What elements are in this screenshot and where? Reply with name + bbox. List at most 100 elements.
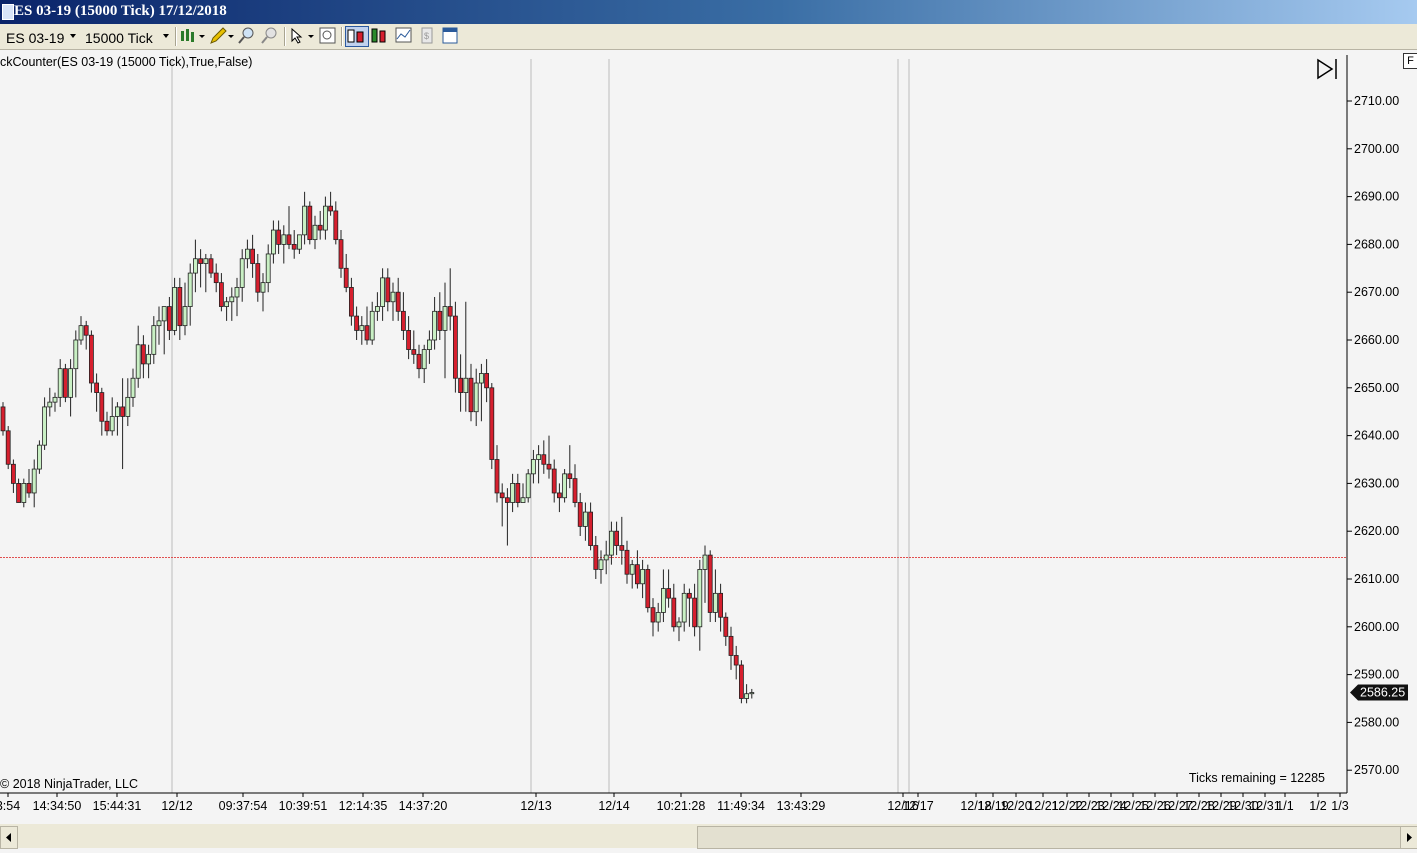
y-tick-label: 2680.00 [1354, 237, 1399, 251]
scroll-right-button[interactable] [1400, 826, 1417, 849]
candle-down [5, 430, 11, 465]
candle-up [478, 373, 484, 384]
candle-down [354, 315, 360, 331]
candle-down [83, 325, 89, 336]
candle-up [525, 473, 531, 499]
chevron-left-icon [6, 833, 11, 842]
candle-up [676, 621, 682, 628]
candle-down [385, 277, 391, 303]
chevron-right-icon [1407, 833, 1412, 842]
candle-down [338, 239, 344, 269]
candle-up [473, 382, 479, 413]
candle-up [172, 287, 178, 331]
x-tick-label: 12/12 [161, 799, 192, 813]
chart-style-candles-button[interactable] [345, 26, 369, 47]
candle-down [494, 459, 500, 494]
candle-up [244, 248, 250, 260]
y-tick-label: 2580.00 [1354, 715, 1399, 729]
candle-up [73, 339, 79, 370]
scroll-to-end-icon[interactable] [1317, 58, 1337, 80]
candle-up [234, 287, 240, 298]
svg-text:$: $ [424, 31, 429, 41]
candle-down [707, 554, 713, 613]
indicators-button[interactable] [441, 26, 461, 46]
zoom-out-icon [261, 27, 277, 44]
x-tick-label: 1/1 [1276, 799, 1293, 813]
strategies-icon: $ [421, 27, 433, 44]
period-dropdown[interactable]: 15000 Tick [82, 26, 172, 46]
candle-down [198, 258, 204, 264]
candle-up [302, 205, 308, 236]
chart-style-bars-button[interactable] [370, 26, 390, 46]
zoom-out-button[interactable] [260, 26, 280, 46]
candle-down [213, 272, 219, 284]
candle-down [94, 382, 99, 393]
horizontal-scrollbar[interactable] [0, 824, 1417, 849]
toolbar-separator [284, 27, 286, 46]
candle-up [239, 258, 245, 288]
candle-down [515, 482, 521, 503]
candle-up [369, 310, 375, 341]
candle-down [291, 243, 297, 250]
candle-up [229, 296, 235, 303]
window-title: ES 03-19 (15000 Tick) 17/12/2018 [14, 3, 227, 19]
play-triangle-shape [1317, 58, 1334, 80]
candle-up [37, 444, 42, 470]
y-tick-label: 2700.00 [1354, 142, 1399, 156]
candle-down [499, 492, 505, 499]
candle-down [447, 306, 453, 317]
candle-up [510, 482, 516, 503]
candle-down [733, 655, 739, 666]
candle-up [562, 473, 567, 499]
x-tick-label: 13:43:29 [777, 799, 826, 813]
candle-down [551, 468, 557, 494]
y-tick-label: 2610.00 [1354, 572, 1399, 586]
candle-up [655, 612, 661, 623]
candle-down [208, 258, 214, 274]
y-tick-label: 2630.00 [1354, 476, 1399, 490]
instrument-dropdown[interactable]: ES 03-19 [4, 26, 78, 46]
price-chart[interactable]: 2710.00 2700.00 2690.00 2680.00 2670.00 2660.… [0, 49, 1417, 824]
candle-down [89, 334, 94, 384]
candle-down [645, 569, 651, 609]
candle-down [468, 377, 474, 413]
f-button[interactable]: F [1403, 53, 1417, 69]
bar-type-icon [181, 29, 205, 42]
candle-down [26, 482, 32, 494]
candle-up [47, 401, 53, 408]
candle-up [31, 468, 37, 494]
drawing-tool-button[interactable] [208, 26, 234, 46]
candle-up [151, 325, 157, 355]
scroll-left-button[interactable] [0, 826, 18, 849]
candle-up [109, 416, 115, 432]
candle-up [161, 306, 167, 322]
candle-up [156, 320, 162, 327]
candle-up [520, 497, 526, 503]
candle-up [296, 234, 302, 250]
candle-down [140, 344, 146, 365]
candle-down [348, 287, 354, 317]
x-tick-label: 3:54 [0, 799, 20, 813]
candle-up [130, 377, 136, 398]
candle-down [0, 406, 6, 432]
strategies-button[interactable]: $ [418, 26, 438, 46]
candle-down [546, 463, 552, 470]
candle-down [557, 492, 562, 499]
candle-up [598, 559, 604, 570]
candle-up [380, 277, 386, 307]
zoom-in-button[interactable] [237, 26, 257, 46]
candle-down [614, 530, 619, 546]
x-tick-label: 12/17 [902, 799, 933, 813]
candle-up [463, 377, 469, 393]
candle-down [317, 224, 323, 231]
scrollbar-thumb[interactable] [697, 826, 1401, 849]
candle-down [718, 592, 723, 618]
candle-up [125, 396, 131, 417]
chevron-down-icon [163, 34, 169, 38]
data-box-button[interactable] [394, 26, 414, 46]
bar-type-button[interactable] [180, 26, 206, 46]
candle-down [666, 588, 671, 599]
properties-button[interactable] [318, 26, 338, 46]
window-icon[interactable] [2, 4, 14, 20]
cursor-button[interactable] [288, 26, 316, 46]
